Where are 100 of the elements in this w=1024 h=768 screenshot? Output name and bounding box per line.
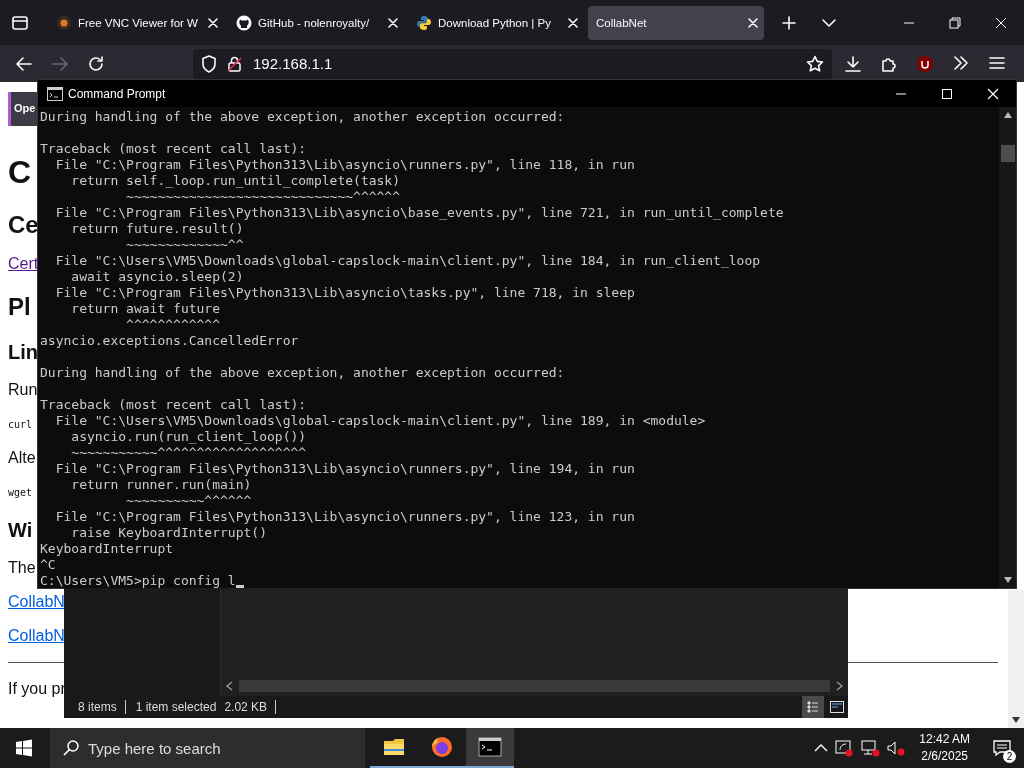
- reload-icon[interactable]: [87, 54, 105, 73]
- notification-button[interactable]: 2: [980, 728, 1024, 768]
- fox-globe-icon: [430, 735, 454, 759]
- lock-icon[interactable]: [227, 54, 243, 73]
- console-line: raise KeyboardInterrupt(): [70, 525, 268, 541]
- download-icon[interactable]: [844, 54, 862, 73]
- site-icon: [56, 14, 72, 31]
- browser-tab[interactable]: GitHub - nolenroyalty/: [228, 5, 404, 40]
- scroll-thumb[interactable]: [1000, 145, 1015, 162]
- console-line: ~~~~~~~~~~~~~~~~~~~~~~~~~~~~~^^^^^^: [125, 189, 402, 205]
- scrollbar[interactable]: [1008, 590, 1024, 728]
- security-icon[interactable]: [834, 739, 855, 757]
- close-icon[interactable]: [388, 17, 398, 28]
- tab-title: CollabNet: [596, 16, 648, 29]
- console-line: During handling of the above exception, another exception occurred:: [40, 365, 566, 381]
- taskbar-app-button[interactable]: [466, 728, 514, 768]
- console-line: asyncio.exceptions.CancelledError: [40, 333, 300, 349]
- network-icon[interactable]: [860, 739, 881, 757]
- url-text: 192.168.1.1: [253, 55, 333, 72]
- window-title: Command Prompt: [68, 86, 166, 101]
- details-view-button[interactable]: [802, 696, 824, 718]
- console-line: ~~~~~~~~~~^^^^^^: [125, 493, 253, 509]
- scroll-right-icon[interactable]: [836, 681, 844, 691]
- console-line: Traceback (most recent call last):: [40, 141, 308, 157]
- page-link[interactable]: Cert: [8, 254, 39, 274]
- status-text: 8 items: [78, 700, 117, 714]
- console-line: C:\Users\VM5>pip config l: [40, 573, 236, 589]
- tab-list-icon[interactable]: [11, 14, 29, 31]
- subheading: Lin: [8, 340, 38, 364]
- paragraph-text: The: [8, 558, 36, 578]
- scrollbar[interactable]: [999, 107, 1016, 588]
- address-bar[interactable]: 192.168.1.1: [193, 48, 832, 79]
- status-text: 1 item selected: [124, 700, 217, 714]
- back-icon[interactable]: [15, 55, 33, 72]
- terminal-icon: [478, 735, 502, 759]
- console-line: asyncio.run(run_client_loop()): [70, 429, 308, 445]
- code-text: curl: [8, 418, 33, 432]
- status-text: 2.02 KB: [224, 700, 277, 714]
- page-heading: C: [8, 153, 32, 192]
- star-icon[interactable]: [806, 54, 824, 73]
- console-line: File "C:\Users\VM5\Downloads\global-capslock-main\client.py", line 189, in <module>: [54, 413, 707, 429]
- new-tab-icon[interactable]: [782, 15, 796, 30]
- shield-badge-icon[interactable]: [916, 54, 934, 73]
- chevron-up-icon[interactable]: [814, 743, 829, 753]
- console-line: Traceback (most recent call last):: [40, 397, 308, 413]
- console-line: KeyboardInterrupt: [40, 541, 175, 557]
- console-line: File "C:\Program Files\Python313\Lib\asyncio\runners.py", line 123, in run: [54, 509, 636, 525]
- browser-tab[interactable]: CollabNet: [588, 5, 764, 40]
- console-line: return runner.run(main): [70, 477, 253, 493]
- console-line: return future.result(): [70, 221, 245, 237]
- scroll-left-icon[interactable]: [225, 681, 233, 691]
- search-field[interactable]: Type here to search: [50, 728, 365, 768]
- search-icon: [62, 739, 80, 757]
- shield-icon[interactable]: [201, 54, 217, 73]
- paragraph-text: Run: [8, 380, 38, 400]
- speaker-muted-icon[interactable]: [886, 739, 907, 757]
- page-button[interactable]: Ope: [8, 92, 38, 126]
- browser-tab[interactable]: Free VNC Viewer for W: [48, 5, 224, 40]
- chevron-down-icon[interactable]: [822, 17, 836, 28]
- console-line: ^C: [40, 557, 57, 573]
- console-line: File "C:\Program Files\Python313\Lib\asyncio\base_events.py", line 721, in run_until_complete: [54, 205, 785, 221]
- code-text: wget: [8, 486, 33, 500]
- section-heading: Ce: [8, 210, 39, 240]
- console-line: ~~~~~~~~~~~^^^^^^^^^^^^^^^^^^^: [70, 445, 308, 461]
- console-line: File "C:\Program Files\Python313\Lib\asyncio\tasks.py", line 718, in sleep: [54, 285, 636, 301]
- section-heading: Pl: [8, 292, 31, 322]
- list-icon: [805, 699, 821, 715]
- site-icon: [236, 14, 252, 31]
- console-line: ~~~~~~~~~~~~~^^: [125, 237, 245, 253]
- console-line: File "C:\Program Files\Python313\Lib\asyncio\runners.py", line 118, in run: [54, 157, 636, 173]
- close-icon[interactable]: [748, 17, 758, 28]
- console-line: return self._loop.run_until_complete(task): [70, 173, 402, 189]
- console-line: ^^^^^^^^^^^^: [125, 317, 221, 333]
- console-line: File "C:\Users\VM5\Downloads\global-capslock-main\client.py", line 184, in run_client_loop: [54, 253, 762, 269]
- paragraph-text: If you pr: [8, 679, 66, 699]
- close-icon[interactable]: [568, 17, 578, 28]
- tab-title: Download Python | Py: [438, 16, 552, 29]
- page-link[interactable]: CollabN: [8, 626, 65, 646]
- scroll-thumb[interactable]: [239, 680, 830, 692]
- scroll-up-icon[interactable]: [1002, 111, 1013, 119]
- menu-icon[interactable]: [988, 54, 1006, 71]
- browser-tab[interactable]: Download Python | Py: [408, 5, 584, 40]
- console-line: During handling of the above exception, another exception occurred:: [40, 109, 566, 125]
- subheading: Wi: [8, 518, 33, 542]
- site-icon: [416, 14, 432, 31]
- terminal-icon: [47, 86, 63, 101]
- close-icon[interactable]: [208, 17, 218, 28]
- scroll-down-icon[interactable]: [1002, 576, 1013, 584]
- page-link[interactable]: CollabN: [8, 592, 65, 612]
- console-line: return await future: [70, 301, 221, 317]
- paragraph-text: Alte: [8, 448, 36, 468]
- double-chevron-icon[interactable]: [952, 54, 970, 71]
- window-icon: [829, 699, 845, 715]
- notification-badge: 2: [1003, 750, 1016, 763]
- scroll-down-icon[interactable]: [1011, 716, 1021, 724]
- tab-title: GitHub - nolenroyalty/: [258, 16, 371, 29]
- console-line: File "C:\Program Files\Python313\Lib\asyncio\runners.py", line 194, in run: [54, 461, 636, 477]
- clock[interactable]: 12:42 AM 2/6/2025: [909, 731, 980, 765]
- tab-title: Free VNC Viewer for W: [78, 16, 199, 29]
- console-line: await asyncio.sleep(2): [70, 269, 245, 285]
